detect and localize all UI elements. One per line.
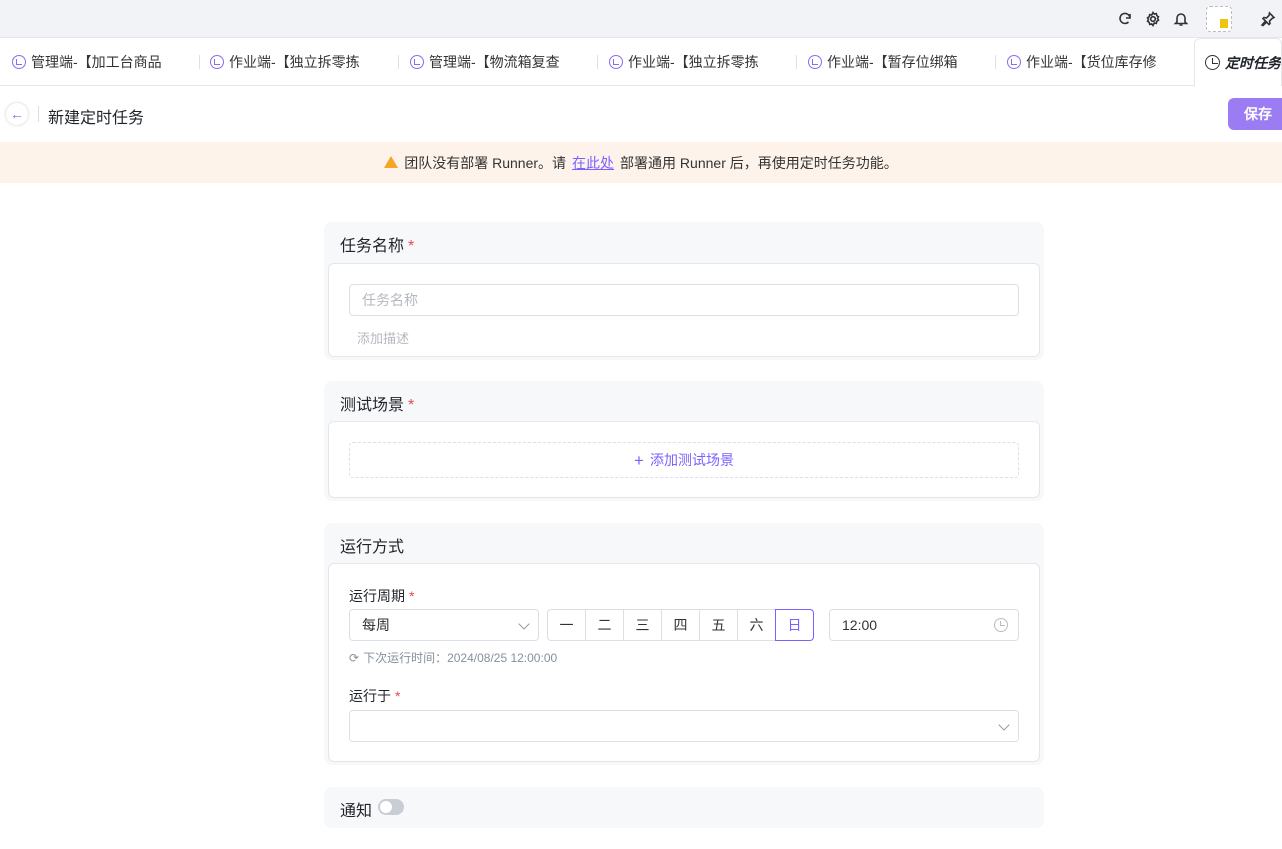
run-on-select[interactable] [349, 710, 1019, 742]
warning-banner: 团队没有部署 Runner。请 在此处 部署通用 Runner 后，再使用定时任… [0, 142, 1282, 183]
section-title: 任务名称 * [340, 238, 415, 255]
add-description-input[interactable]: 添加描述 [357, 328, 409, 347]
day-mon[interactable]: 一 [547, 609, 586, 641]
notify-toggle[interactable] [378, 799, 404, 815]
add-test-scenario-button[interactable]: + 添加测试场景 [349, 442, 1019, 478]
notify-section: 通知 [324, 787, 1044, 828]
api-icon [808, 55, 822, 69]
tab-label: 作业端-【独立拆零拣 [628, 54, 759, 70]
section-title: 运行方式 [340, 539, 405, 556]
task-name-card: 任务名称 添加描述 [328, 263, 1040, 357]
next-run-time: ⟳ 下次运行时间：2024/08/25 12:00:00 [349, 650, 558, 666]
pin-icon[interactable] [1257, 8, 1279, 30]
tab-item[interactable]: 作业端-【独立拆零拣 [199, 38, 397, 86]
top-bar [0, 0, 1282, 38]
run-period-select[interactable]: 每周 [349, 609, 539, 641]
warning-icon [384, 155, 399, 168]
chevron-down-icon [998, 719, 1010, 731]
tab-label: 作业端-【货位库存修 [1026, 54, 1157, 70]
refresh-icon: ⟳ [349, 650, 360, 665]
arrow-left-icon: ← [10, 106, 24, 122]
tab-label: 定时任务 [1225, 54, 1281, 71]
bell-icon[interactable] [1170, 8, 1192, 30]
run-period-label: 运行周期 * [349, 588, 415, 604]
day-tue[interactable]: 二 [585, 609, 624, 641]
tab-item[interactable]: 管理端-【物流箱复查 [398, 38, 596, 86]
deploy-runner-link[interactable]: 在此处 [572, 153, 614, 173]
warning-text-after: 部署通用 Runner 后，再使用定时任务功能。 [620, 154, 898, 171]
day-wed[interactable]: 三 [623, 609, 662, 641]
tab-item[interactable]: 作业端-【货位库存修 [995, 38, 1193, 86]
back-button[interactable]: ← [6, 103, 28, 125]
run-mode-card: 运行周期 * 每周 一 二 三 四 五 六 日 12:00 ⟳ 下次运行时间：20… [328, 563, 1040, 762]
time-picker[interactable]: 12:00 [829, 609, 1019, 641]
api-icon [1007, 55, 1021, 69]
api-icon [210, 55, 224, 69]
refresh-icon[interactable] [1114, 8, 1136, 30]
gear-icon[interactable] [1142, 8, 1164, 30]
tab-bar: 管理端-【加工台商品 作业端-【独立拆零拣 管理端-【物流箱复查 作业端-【独立… [0, 38, 1282, 86]
page-header: ← 新建定时任务 保存 [0, 86, 1282, 142]
plus-icon: + [634, 450, 644, 470]
page-title: 新建定时任务 [48, 110, 145, 127]
tab-label: 作业端-【独立拆零拣 [229, 54, 360, 70]
task-name-placeholder: 任务名称 [362, 292, 418, 308]
tab-item[interactable]: 作业端-【独立拆零拣 [597, 38, 795, 86]
section-title: 通知 [340, 803, 373, 820]
clock-icon [994, 618, 1008, 632]
save-button[interactable]: 保存 [1228, 98, 1282, 130]
api-icon [12, 55, 26, 69]
tab-label: 管理端-【加工台商品 [31, 54, 162, 70]
api-icon [410, 55, 424, 69]
tab-item[interactable]: 管理端-【加工台商品 [0, 38, 198, 86]
tab-label: 管理端-【物流箱复查 [429, 54, 560, 70]
avatar[interactable] [1206, 6, 1232, 32]
tab-item[interactable]: 作业端-【暂存位绑箱 [796, 38, 994, 86]
warning-text-before: 团队没有部署 Runner。请 [404, 154, 567, 171]
test-scenario-card: + 添加测试场景 [328, 421, 1040, 498]
clock-icon [1205, 55, 1220, 70]
task-name-input[interactable]: 任务名称 [349, 284, 1019, 316]
run-mode-section: 运行方式 运行周期 * 每周 一 二 三 四 五 六 日 12:00 ⟳ 下次运行… [324, 523, 1044, 765]
test-scenario-section: 测试场景 * + 添加测试场景 [324, 381, 1044, 501]
day-fri[interactable]: 五 [699, 609, 738, 641]
run-on-label: 运行于 * [349, 688, 401, 704]
day-sat[interactable]: 六 [737, 609, 776, 641]
day-sun[interactable]: 日 [775, 609, 814, 641]
task-name-section: 任务名称 * 任务名称 添加描述 [324, 222, 1044, 360]
api-icon [609, 55, 623, 69]
chevron-down-icon [518, 618, 530, 630]
day-thu[interactable]: 四 [661, 609, 700, 641]
tab-label: 作业端-【暂存位绑箱 [827, 54, 958, 70]
tab-scheduled-task[interactable]: 定时任务 [1194, 38, 1282, 86]
weekday-selector: 一 二 三 四 五 六 日 [547, 609, 814, 641]
section-title: 测试场景 * [340, 397, 415, 414]
